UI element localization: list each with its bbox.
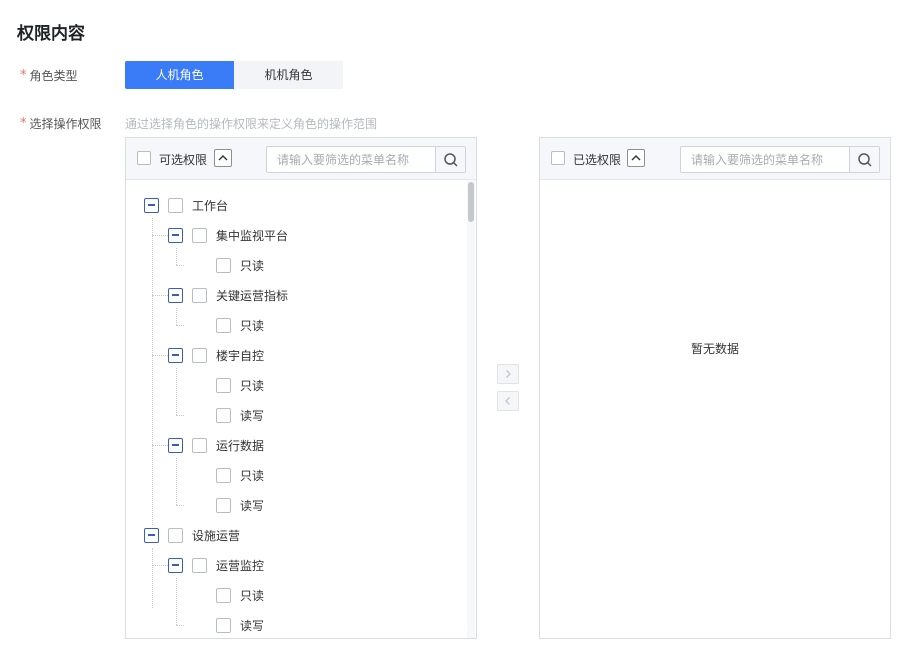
collapse-all-button[interactable] [214,149,232,167]
collapse-node-button[interactable] [168,287,183,303]
collapse-node-button[interactable] [168,227,183,243]
node-checkbox[interactable] [216,377,231,393]
required-mark: * [20,68,27,83]
collapse-node-button[interactable] [168,437,183,453]
selected-panel-title: 已选权限 [573,153,622,167]
node-checkbox[interactable] [216,317,231,333]
available-search-input[interactable] [267,147,436,172]
tree-node-workbench: 工作台 [144,196,228,214]
role-type-label: * 角色类型 [20,67,78,84]
human-role-button[interactable]: 人机角色 [125,61,234,89]
chevron-right-icon [506,370,511,378]
search-icon [443,152,458,167]
selected-search-button[interactable] [849,147,879,172]
selected-list: 暂无数据 [540,180,890,638]
collapse-node-button[interactable] [168,347,183,363]
move-left-button[interactable] [497,391,519,411]
collapse-node-button[interactable] [144,197,159,213]
node-checkbox[interactable] [192,557,207,573]
node-checkbox[interactable] [216,587,231,603]
select-all-available-checkbox[interactable] [137,151,151,165]
node-label: 只读 [240,468,265,483]
available-search-box [266,146,466,173]
tree-leaf-readonly: 只读 [216,256,264,274]
node-checkbox[interactable] [216,257,231,273]
tree-node-facility-ops: 设施运营 [144,526,240,544]
tree-leaf-readonly: 只读 [216,586,264,604]
tree-node-ops-monitoring: 运营监控 [168,556,264,574]
section-title: 权限内容 [17,24,85,44]
available-search-button[interactable] [435,147,465,172]
node-checkbox[interactable] [168,197,183,213]
machine-role-button[interactable]: 机机角色 [234,61,343,89]
node-label: 设施运营 [192,528,241,543]
collapse-node-button[interactable] [144,527,159,543]
node-checkbox[interactable] [192,227,207,243]
tree-leaf-readonly: 只读 [216,376,264,394]
select-all-selected-checkbox[interactable] [551,151,565,165]
tree-node-operation-data: 运行数据 [168,436,264,454]
tree-node-building-automation: 楼宇自控 [168,346,264,364]
node-label: 集中监视平台 [216,228,289,243]
node-label: 读写 [240,408,265,423]
available-panel-title: 可选权限 [159,153,208,167]
operation-permission-label: * 选择操作权限 [20,115,102,132]
tree-scrollbar[interactable] [467,180,475,638]
node-label: 只读 [240,378,265,393]
node-checkbox[interactable] [192,287,207,303]
tree-leaf-readwrite: 读写 [216,616,264,634]
node-label: 关键运营指标 [216,288,289,303]
node-label: 读写 [240,498,265,513]
selected-search-input[interactable] [681,147,850,172]
node-label: 只读 [240,258,265,273]
node-checkbox[interactable] [192,347,207,363]
available-panel-header: 可选权限 [126,138,476,180]
tree-node-key-ops-indicators: 关键运营指标 [168,286,288,304]
required-mark: * [20,116,27,131]
chevron-up-icon [631,155,641,161]
selected-permissions-panel: 已选权限 暂无数据 [539,137,891,639]
available-permissions-panel: 可选权限 工作台 [125,137,477,639]
tree-leaf-readwrite: 读写 [216,496,264,514]
selected-panel-header: 已选权限 [540,138,890,180]
node-label: 运行数据 [216,438,265,453]
selected-search-box [680,146,880,173]
operation-permission-hint: 通过选择角色的操作权限来定义角色的操作范围 [125,117,378,131]
node-label: 工作台 [192,198,229,213]
node-label: 运营监控 [216,558,265,573]
role-type-label-text: 角色类型 [29,69,78,83]
scrollbar-thumb[interactable] [468,182,474,222]
node-label: 只读 [240,588,265,603]
collapse-node-button[interactable] [168,557,183,573]
collapse-all-button[interactable] [627,149,645,167]
node-checkbox[interactable] [216,497,231,513]
tree-leaf-readonly: 只读 [216,316,264,334]
search-icon [857,152,872,167]
chevron-up-icon [218,155,228,161]
node-checkbox[interactable] [216,407,231,423]
empty-state-text: 暂无数据 [690,342,739,356]
node-checkbox[interactable] [216,467,231,483]
tree-leaf-readwrite: 读写 [216,406,264,424]
move-right-button[interactable] [497,364,519,384]
node-label: 只读 [240,318,265,333]
node-checkbox[interactable] [216,617,231,633]
operation-permission-label-text: 选择操作权限 [29,117,102,131]
tree-node-central-monitoring: 集中监视平台 [168,226,288,244]
role-type-toggle: 人机角色 机机角色 [125,61,343,89]
tree-leaf-readonly: 只读 [216,466,264,484]
node-label: 楼宇自控 [216,348,265,363]
node-label: 读写 [240,618,265,633]
permission-tree: 工作台 集中监视平台 只读 关键运营指标 只读 楼宇自控 只读 读写 运行数据 … [126,180,476,638]
node-checkbox[interactable] [168,527,183,543]
node-checkbox[interactable] [192,437,207,453]
chevron-left-icon [505,397,510,405]
